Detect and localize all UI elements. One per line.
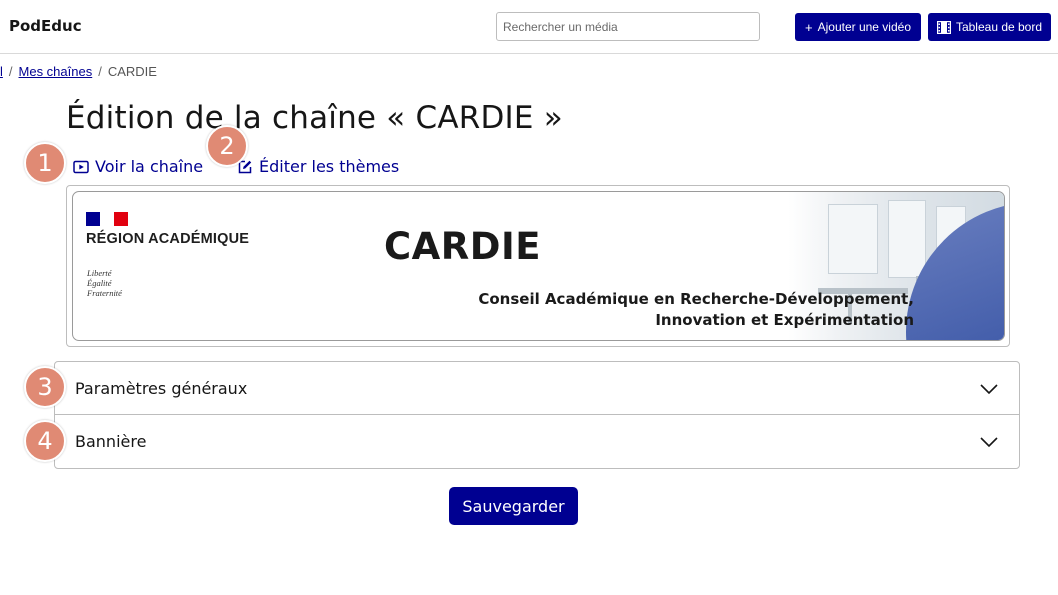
banner-subtitle: Conseil Académique en Recherche-Développ… — [478, 289, 914, 331]
film-icon — [936, 20, 951, 34]
motto-line: Liberté — [87, 268, 112, 278]
view-channel-link[interactable]: Voir la chaîne — [73, 157, 203, 176]
marianne-flag-logo — [86, 212, 128, 226]
region-label: RÉGION ACADÉMIQUE — [86, 231, 250, 247]
accordion-general-settings[interactable]: Paramètres généraux — [54, 361, 1020, 415]
motto-line: Égalité — [87, 278, 112, 288]
republic-motto: Liberté Égalité Fraternité — [87, 268, 122, 298]
channel-banner-image: RÉGION ACADÉMIQUE Liberté Égalité Frater… — [72, 191, 1005, 341]
banner-headline: CARDIE — [384, 225, 542, 268]
annotation-marker: 3 — [24, 366, 66, 408]
annotation-marker: 1 — [24, 142, 66, 184]
page-title: Édition de la chaîne « CARDIE » — [66, 100, 563, 136]
edit-themes-label: Éditer les thèmes — [259, 157, 400, 176]
breadcrumb: l / Mes chaînes / CARDIE — [0, 64, 157, 79]
dashboard-label: Tableau de bord — [955, 20, 1043, 34]
edit-themes-link[interactable]: Éditer les thèmes — [237, 157, 399, 176]
breadcrumb-channels-link[interactable]: Mes chaînes — [19, 64, 93, 79]
site-brand[interactable]: PodEduc — [9, 17, 82, 35]
chevron-down-icon — [980, 384, 998, 395]
plus-icon: + — [805, 19, 813, 35]
annotation-marker: 2 — [206, 125, 248, 167]
accordion-label: Bannière — [75, 432, 147, 451]
accordion-label: Paramètres généraux — [75, 379, 248, 398]
breadcrumb-separator: / — [98, 64, 102, 79]
view-channel-label: Voir la chaîne — [95, 157, 204, 176]
save-button[interactable]: Sauvegarder — [449, 487, 578, 525]
breadcrumb-current: CARDIE — [107, 64, 157, 79]
channel-banner-frame: RÉGION ACADÉMIQUE Liberté Égalité Frater… — [66, 185, 1010, 347]
video-play-icon — [73, 160, 89, 173]
add-video-label: Ajouter une vidéo — [817, 20, 911, 34]
annotation-marker: 4 — [24, 420, 66, 462]
add-video-button[interactable]: + Ajouter une vidéo — [795, 13, 921, 41]
banner-subtitle-line: Conseil Académique en Recherche-Développ… — [478, 290, 914, 308]
accordion-banner[interactable]: Bannière — [54, 414, 1020, 469]
banner-subtitle-line: Innovation et Expérimentation — [655, 311, 914, 329]
chevron-down-icon — [980, 437, 998, 448]
top-navbar: PodEduc + Ajouter une vidéo Tableau de b… — [0, 0, 1058, 54]
breadcrumb-separator: / — [8, 64, 13, 79]
dashboard-button[interactable]: Tableau de bord — [928, 13, 1051, 41]
motto-line: Fraternité — [87, 288, 122, 298]
breadcrumb-home-link[interactable]: l — [0, 64, 3, 79]
search-input[interactable] — [496, 12, 760, 41]
